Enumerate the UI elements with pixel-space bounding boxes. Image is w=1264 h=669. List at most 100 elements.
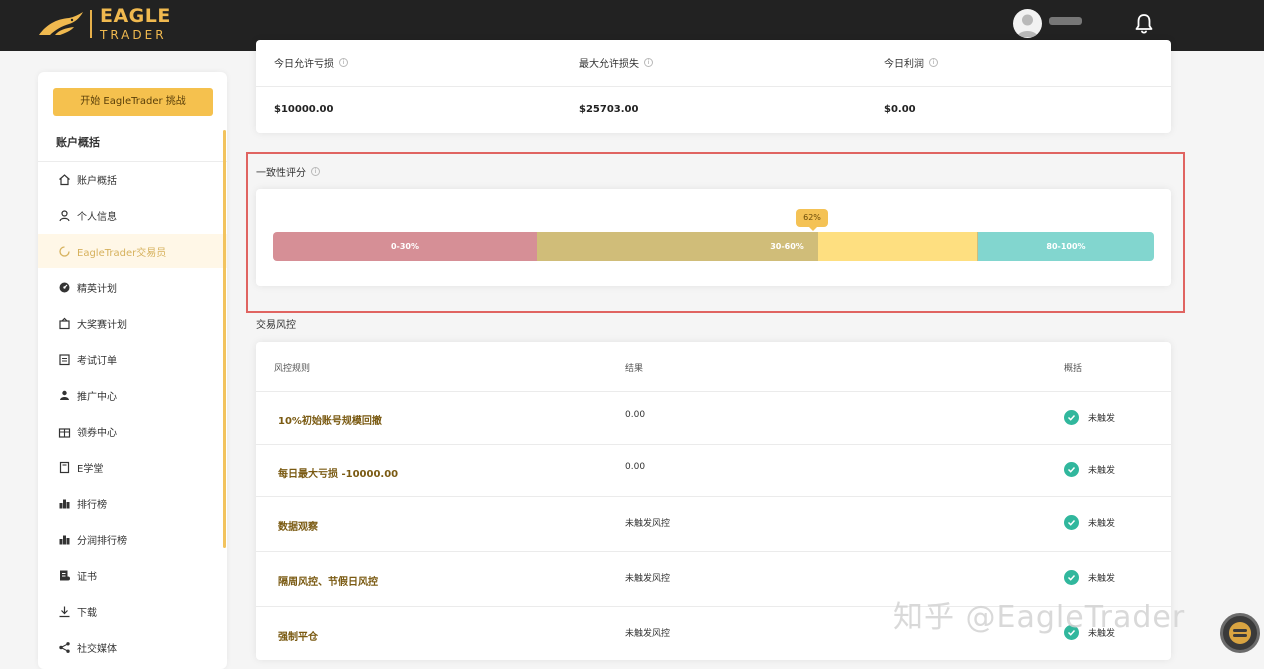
sidebar-item-label: 考试订单 (77, 355, 117, 367)
brand-logo[interactable]: EAGLE TRADER (38, 7, 171, 41)
order-icon (58, 353, 71, 366)
loading-icon (58, 245, 71, 258)
segment-60-80-fill (818, 232, 977, 261)
sidebar-item-label: 账户概括 (77, 175, 117, 187)
stat-label-text: 今日利润 (884, 59, 924, 70)
download-icon (58, 605, 71, 618)
info-icon[interactable]: i (929, 58, 938, 67)
sidebar-item-account-overview[interactable]: 账户概括 (38, 162, 227, 196)
sidebar-item-label: EagleTrader交易员 (77, 247, 167, 259)
gauge-icon (58, 281, 71, 294)
sidebar-item-certificate[interactable]: 证书 (38, 558, 227, 592)
sidebar-item-exam-orders[interactable]: 考试订单 (38, 342, 227, 376)
check-circle-icon (1064, 410, 1079, 425)
chat-bubble-icon (1229, 622, 1251, 644)
sidebar-item-eagletrader-trader[interactable]: EagleTrader交易员 (38, 234, 227, 268)
rule-name: 强制平仓 (278, 632, 318, 643)
user-icon (58, 209, 71, 222)
bar-chart-icon (58, 533, 71, 546)
rule-name: 隔周风控、节假日风控 (278, 577, 378, 588)
sidebar-item-label: 分润排行榜 (77, 535, 127, 547)
bar-chart-icon (58, 497, 71, 510)
sidebar-item-label: 下载 (77, 607, 97, 619)
sidebar-item-label: 大奖赛计划 (77, 319, 127, 331)
sidebar-item-grand-prix-plan[interactable]: 大奖赛计划 (38, 306, 227, 340)
sidebar-item-label: 社交媒体 (77, 643, 117, 655)
rule-status: 未触发 (1064, 570, 1115, 585)
rule-name: 10%初始账号规模回撤 (278, 416, 382, 427)
username-masked[interactable] (1049, 17, 1082, 25)
status-text: 未触发 (1088, 574, 1116, 584)
share-icon (58, 641, 71, 654)
start-challenge-button[interactable]: 开始 EagleTrader 挑战 (53, 88, 213, 116)
stat-value-today-profit: $0.00 (884, 104, 916, 115)
stat-value-daily-allowed-loss: $10000.00 (274, 104, 334, 115)
table-header-rule: 风控规则 (274, 364, 311, 374)
stats-divider (256, 86, 1171, 87)
info-icon[interactable]: i (339, 58, 348, 67)
rule-name: 数据观察 (278, 522, 318, 533)
stat-label-text: 最大允许损失 (579, 59, 639, 70)
sidebar-item-label: 领券中心 (77, 427, 117, 439)
sidebar-item-profile[interactable]: 个人信息 (38, 198, 227, 232)
segment-30-60-text: 30-60% (770, 242, 804, 251)
rule-status: 未触发 (1064, 462, 1115, 477)
sidebar: 开始 EagleTrader 挑战 账户概括 账户概括 个人信息 EagleTr… (38, 72, 227, 669)
info-icon[interactable]: i (644, 58, 653, 67)
sidebar-item-download[interactable]: 下载 (38, 594, 227, 628)
brand-wordmark: EAGLE TRADER (100, 5, 171, 42)
home-icon (58, 173, 71, 186)
rule-result: 0.00 (625, 410, 646, 420)
trophy-icon (58, 317, 71, 330)
sidebar-item-profit-share-leaderboard[interactable]: 分润排行榜 (38, 522, 227, 556)
check-circle-icon (1064, 570, 1079, 585)
user-avatar[interactable] (1013, 9, 1042, 38)
stat-label-max-allowed-loss: 最大允许损失 i (579, 55, 653, 70)
stat-label-text: 今日允许亏损 (274, 59, 334, 70)
eagle-logo-icon (39, 12, 83, 35)
sidebar-item-coupon-center[interactable]: 领券中心 (38, 414, 227, 448)
sidebar-item-e-academy[interactable]: E学堂 (38, 450, 227, 484)
stat-label-today-profit: 今日利润 i (884, 55, 938, 70)
rule-result: 未触发风控 (625, 574, 671, 584)
rule-status: 未触发 (1064, 410, 1115, 425)
consistency-title: 一致性评分 i (256, 164, 320, 179)
status-text: 未触发 (1088, 519, 1116, 529)
sidebar-item-label: 精英计划 (77, 283, 117, 295)
gift-icon (58, 425, 71, 438)
user-avatar-icon (1017, 14, 1038, 37)
segment-0-30: 0-30% (273, 232, 537, 261)
table-header-result: 结果 (625, 364, 644, 374)
sidebar-item-label: 证书 (77, 571, 97, 583)
brand-name-line2: TRADER (100, 28, 167, 42)
people-icon (58, 389, 71, 402)
rule-result: 未触发风控 (625, 519, 671, 529)
row-divider (256, 444, 1171, 445)
check-circle-icon (1064, 515, 1079, 530)
row-divider (256, 391, 1171, 392)
sidebar-item-social-media[interactable]: 社交媒体 (38, 630, 227, 664)
sidebar-item-label: 排行榜 (77, 499, 107, 511)
brand-name-line1: EAGLE (100, 5, 171, 27)
stat-value-max-allowed-loss: $25703.00 (579, 104, 639, 115)
sidebar-item-label: E学堂 (77, 463, 104, 475)
certificate-icon (58, 569, 71, 582)
check-circle-icon (1064, 462, 1079, 477)
score-tooltip: 62% (796, 209, 828, 231)
sidebar-item-promotion-center[interactable]: 推广中心 (38, 378, 227, 412)
row-divider (256, 551, 1171, 552)
sidebar-scrollbar[interactable] (223, 130, 226, 548)
floating-service-icon[interactable] (1220, 613, 1260, 653)
stat-label-daily-allowed-loss: 今日允许亏损 i (274, 55, 348, 70)
book-icon (58, 461, 71, 474)
sidebar-item-elite-plan[interactable]: 精英计划 (38, 270, 227, 304)
rule-result: 0.00 (625, 462, 646, 472)
rule-status: 未触发 (1064, 515, 1115, 530)
sidebar-item-label: 推广中心 (77, 391, 117, 403)
consistency-title-text: 一致性评分 (256, 168, 306, 179)
table-header-summary: 概括 (1064, 364, 1083, 374)
sidebar-heading: 账户概括 (56, 136, 100, 149)
sidebar-item-leaderboard[interactable]: 排行榜 (38, 486, 227, 520)
info-icon[interactable]: i (311, 167, 320, 176)
bell-icon[interactable] (1134, 13, 1154, 35)
